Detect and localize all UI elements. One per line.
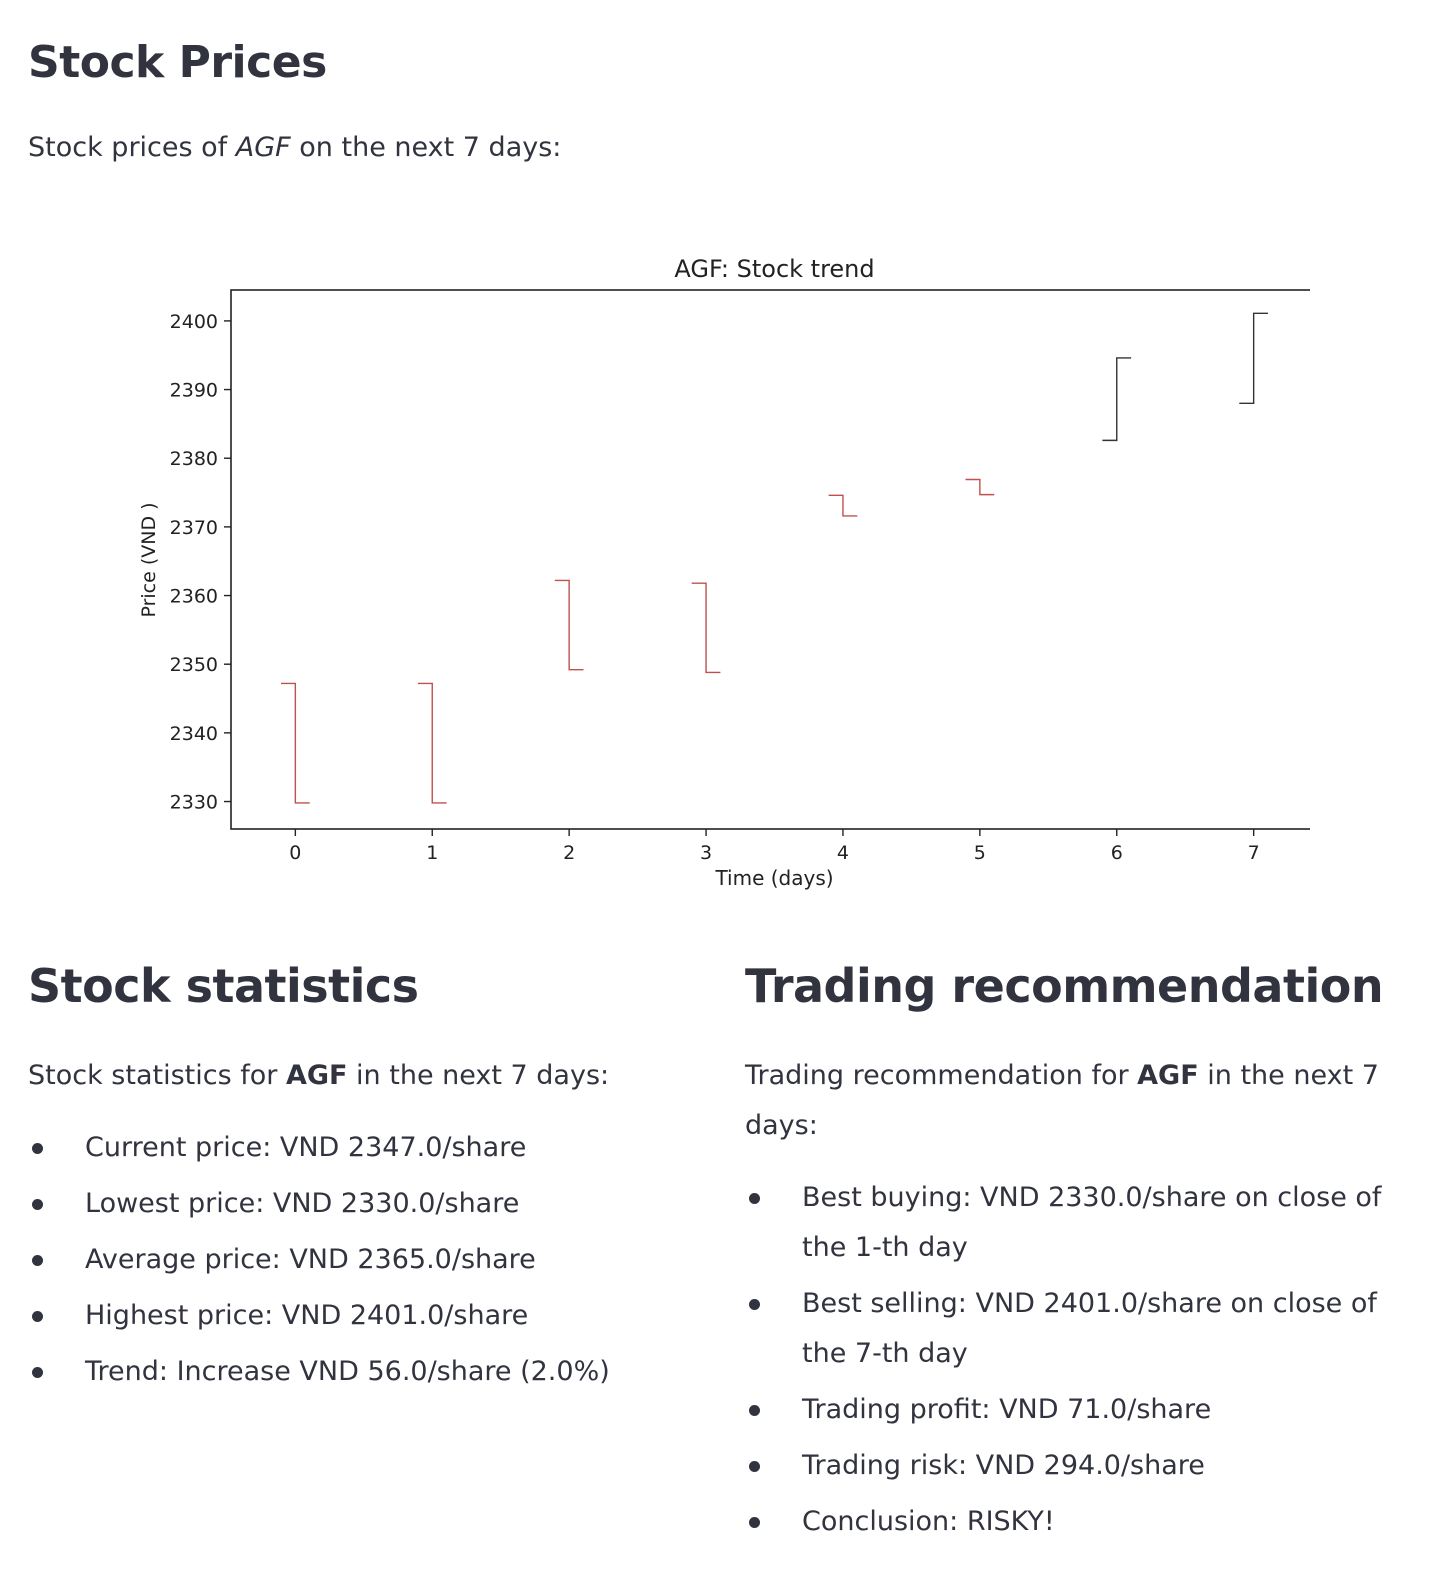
recommendation-list: Best buying: VND 2330.0/share on close o… [745, 1173, 1425, 1547]
trading-recommendation-section: Trading recommendation Trading recommend… [745, 955, 1425, 1553]
price-mark [280, 682, 310, 804]
price-mark [828, 494, 858, 517]
plot-area-frame [230, 289, 1310, 830]
x-axis-label: Time (days) [714, 866, 833, 890]
list-item: Best buying: VND 2330.0/share on close o… [745, 1173, 1425, 1273]
price-mark [965, 478, 995, 496]
list-item: Highest price: VND 2401.0/share [28, 1291, 708, 1341]
price-mark [1239, 312, 1269, 404]
list-item: Trend: Increase VND 56.0/share (2.0%) [28, 1347, 708, 1397]
x-tick-label: 5 [974, 842, 986, 864]
y-tick-label: 2360 [170, 586, 218, 608]
x-tick-label: 1 [426, 842, 438, 864]
statistics-intro-prefix: Stock statistics for [28, 1060, 286, 1091]
list-item: Average price: VND 2365.0/share [28, 1235, 708, 1285]
x-tick-label: 4 [837, 842, 849, 864]
statistics-intro: Stock statistics for AGF in the next 7 d… [28, 1051, 708, 1101]
stock-trend-chart-svg: AGF: Stock trend Time (days) Price (VND … [138, 255, 1310, 890]
statistics-heading: Stock statistics [28, 959, 419, 1013]
list-item: Lowest price: VND 2330.0/share [28, 1179, 708, 1229]
stock-statistics-section: Stock statistics Stock statistics for AG… [28, 955, 708, 1403]
y-tick-label: 2330 [170, 792, 218, 814]
statistics-ticker: AGF [285, 1060, 348, 1091]
y-tick-label: 2390 [170, 380, 218, 402]
app-page: Stock Prices Stock prices of AGF on the … [28, 0, 1428, 1574]
x-axis-ticks: 0 1 2 3 4 5 6 7 [289, 829, 1260, 864]
intro-suffix: on the next 7 days: [290, 132, 562, 163]
recommendation-heading: Trading recommendation [745, 959, 1384, 1013]
intro-prefix: Stock prices of [28, 132, 236, 163]
recommendation-intro-prefix: Trading recommendation for [745, 1060, 1138, 1091]
y-axis-label: Price (VND ) [138, 502, 160, 617]
price-mark [554, 579, 584, 671]
price-mark [691, 582, 721, 674]
x-tick-label: 7 [1248, 842, 1260, 864]
x-tick-label: 6 [1111, 842, 1123, 864]
x-tick-label: 3 [700, 842, 712, 864]
y-axis-ticks: 2330 2340 2350 2360 2370 2380 2390 2400 [170, 311, 231, 814]
chart-intro-text: Stock prices of AGF on the next 7 days: [28, 128, 561, 168]
price-mark [417, 682, 447, 804]
page-title: Stock Prices [28, 37, 327, 88]
y-tick-label: 2340 [170, 723, 218, 745]
intro-ticker: AGF [235, 132, 291, 163]
y-tick-label: 2380 [170, 448, 218, 470]
statistics-intro-suffix: in the next 7 days: [347, 1060, 610, 1091]
chart-title: AGF: Stock trend [674, 255, 874, 283]
statistics-list: Current price: VND 2347.0/share Lowest p… [28, 1123, 708, 1397]
y-tick-label: 2400 [170, 311, 218, 333]
list-item: Best selling: VND 2401.0/share on close … [745, 1279, 1425, 1379]
recommendation-ticker: AGF [1137, 1060, 1199, 1091]
x-tick-label: 2 [563, 842, 575, 864]
price-marks [280, 312, 1269, 804]
list-item: Current price: VND 2347.0/share [28, 1123, 708, 1173]
price-mark [1102, 357, 1132, 442]
list-item: Conclusion: RISKY! [745, 1497, 1425, 1547]
list-item: Trading profit: VND 71.0/share [745, 1385, 1425, 1435]
y-tick-label: 2350 [170, 654, 218, 676]
x-tick-label: 0 [289, 842, 301, 864]
list-item: Trading risk: VND 294.0/share [745, 1441, 1425, 1491]
y-tick-label: 2370 [170, 517, 218, 539]
stock-trend-chart: AGF: Stock trend Time (days) Price (VND … [100, 245, 1310, 905]
recommendation-intro: Trading recommendation for AGF in the ne… [745, 1051, 1425, 1151]
